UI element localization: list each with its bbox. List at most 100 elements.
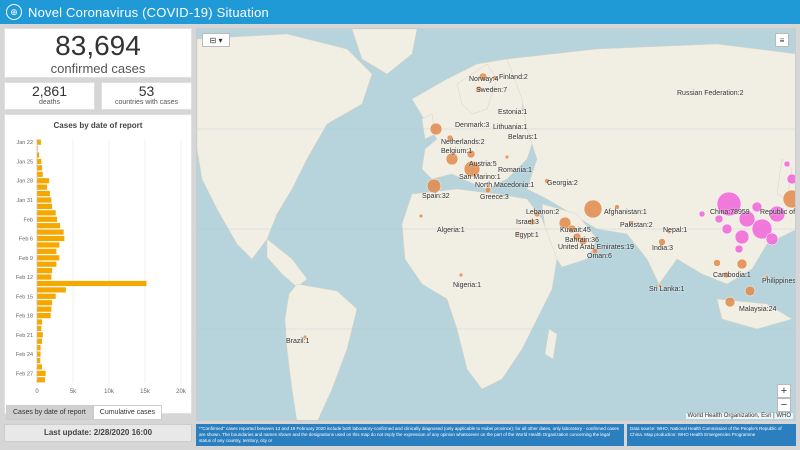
bar-feb-16[interactable] (37, 300, 53, 306)
left-panel: 83,694 confirmed cases 2,861 deaths 53 c… (4, 28, 192, 414)
map-label: Georgia:2 (547, 180, 578, 187)
bubble-china-sichuan (698, 210, 706, 218)
map-label: India:3 (652, 245, 674, 252)
bar-feb-27[interactable] (37, 370, 46, 376)
bar-feb-17[interactable] (37, 306, 52, 312)
last-update: Last update: 2/28/2020 16:00 (4, 424, 192, 442)
map-label: Republic of K (760, 209, 796, 216)
land-central-america (266, 238, 308, 288)
map-label: Greece:3 (480, 194, 509, 201)
bar-jan-24[interactable] (37, 152, 40, 158)
bar-jan-30[interactable] (37, 190, 50, 197)
countries-count: 53 (138, 83, 155, 99)
map-label: Norway:4 (469, 76, 499, 83)
map-label: Denmark:3 (455, 122, 490, 129)
y-tick-label: Feb 12 (16, 275, 33, 281)
bar-feb-10[interactable] (37, 261, 57, 267)
who-logo-icon: ⊕ (6, 4, 22, 20)
bar-feb-1[interactable] (37, 203, 53, 210)
bubble-china-ne (786, 173, 795, 185)
map-label: Bahrain:36 (565, 237, 599, 244)
bar-jan-28[interactable] (37, 178, 50, 184)
y-tick-label: Feb (24, 217, 33, 223)
map-label: Austria:5 (469, 161, 497, 168)
bar-feb-2[interactable] (37, 210, 56, 216)
map-label: Kuwait:45 (560, 227, 591, 234)
bubble-china-chongqing (714, 214, 724, 224)
map-label: Egypt:1 (515, 232, 539, 239)
bar-feb-13[interactable] (37, 280, 147, 287)
bar-feb-25[interactable] (37, 357, 41, 364)
chart-tabs: Cases by date of report Cumulative cases (6, 405, 163, 420)
bar-feb-23[interactable] (37, 345, 41, 351)
bar-feb-20[interactable] (37, 325, 42, 332)
page-title: Novel Coronavirus (COVID-19) Situation (28, 4, 269, 20)
x-tick-label: 10k (104, 389, 115, 395)
y-tick-label: Feb 6 (19, 237, 33, 243)
map-label: Oman:6 (587, 253, 612, 260)
bubble-iran (583, 199, 603, 219)
bubble-nigeria (458, 272, 464, 278)
bar-feb-12[interactable] (37, 274, 52, 280)
bar-feb-3[interactable] (37, 216, 58, 222)
map-label: Israel:3 (516, 219, 539, 226)
map-label: Philippines (762, 278, 796, 285)
zoom-in-button[interactable]: + (777, 384, 791, 398)
y-tick-label: Jan 31 (16, 198, 33, 204)
bar-feb-28[interactable] (37, 377, 45, 383)
cases-bar-chart: 0 5k 10k 15k 20k Jan 22 Jan 25 Jan 28 Jan 31 Feb F… (16, 139, 187, 395)
bubble-vietnam (713, 259, 721, 267)
world-map[interactable]: Norway:4 Finland:2 Sweden:7 Russian Federat… (196, 28, 796, 421)
map-label: United Arab Emirates:19 (558, 244, 634, 251)
zoom-out-button[interactable]: − (777, 398, 791, 412)
tab-cases-by-date[interactable]: Cases by date of report (6, 405, 93, 420)
bar-feb-9[interactable] (37, 255, 60, 261)
bar-feb-22[interactable] (37, 338, 43, 344)
map-label: Algeria:1 (437, 227, 465, 234)
bar-feb-19[interactable] (37, 319, 43, 325)
tab-cumulative[interactable]: Cumulative cases (92, 405, 163, 420)
map-label: Sri Lanka:1 (649, 286, 685, 293)
bar-feb-24[interactable] (37, 351, 41, 357)
bar-feb-4[interactable] (37, 223, 61, 229)
deaths-count: 2,861 (31, 83, 68, 99)
bar-feb-5[interactable] (37, 229, 64, 235)
y-tick-label: Feb 15 (16, 294, 33, 300)
map-label: Nepal:1 (663, 227, 688, 234)
map-label: San Marino:1 (459, 174, 501, 181)
bar-jan-31[interactable] (37, 197, 52, 203)
land-north-america (197, 33, 373, 260)
bar-feb-8[interactable] (37, 248, 57, 254)
bar-feb-7[interactable] (37, 242, 60, 248)
y-tick-label: Jan 28 (16, 179, 33, 185)
bar-feb-11[interactable] (37, 268, 53, 274)
deaths-card: 2,861 deaths (4, 82, 95, 110)
y-tick-label: Jan 25 (16, 159, 33, 165)
bar-jan-26[interactable] (37, 165, 43, 171)
bar-feb-14[interactable] (37, 287, 66, 293)
y-tick-label: Feb 18 (16, 314, 33, 320)
bar-feb-6[interactable] (37, 235, 65, 242)
bar-jan-22[interactable] (37, 139, 41, 145)
bar-jan-27[interactable] (37, 171, 43, 177)
bar-feb-21[interactable] (37, 332, 43, 338)
bar-jan-25[interactable] (37, 158, 42, 165)
legend-button[interactable]: ≡ (775, 33, 789, 47)
map-label: Finland:2 (499, 74, 528, 81)
map-label: Belarus:1 (508, 134, 538, 141)
bubble-china-guangdong (734, 229, 750, 245)
bar-jan-29[interactable] (37, 184, 48, 190)
bar-feb-15[interactable] (37, 293, 56, 299)
layer-picker-button[interactable]: ⊟ ▾ (202, 33, 230, 47)
y-tick-label: Feb 9 (19, 256, 33, 262)
bar-feb-18[interactable] (37, 312, 51, 319)
bubble-uk (429, 122, 443, 136)
map-label: Lebanon:2 (526, 209, 560, 216)
map-label: Pakistan:2 (620, 222, 653, 229)
x-tick-label: 0 (35, 389, 39, 395)
data-source-note: Data source: WHO, National Health Commis… (627, 424, 796, 446)
bar-feb-26[interactable] (37, 364, 43, 370)
bubble-romania (504, 154, 510, 160)
x-tick-label: 5k (70, 389, 77, 395)
map-label: Romania:1 (498, 167, 532, 174)
